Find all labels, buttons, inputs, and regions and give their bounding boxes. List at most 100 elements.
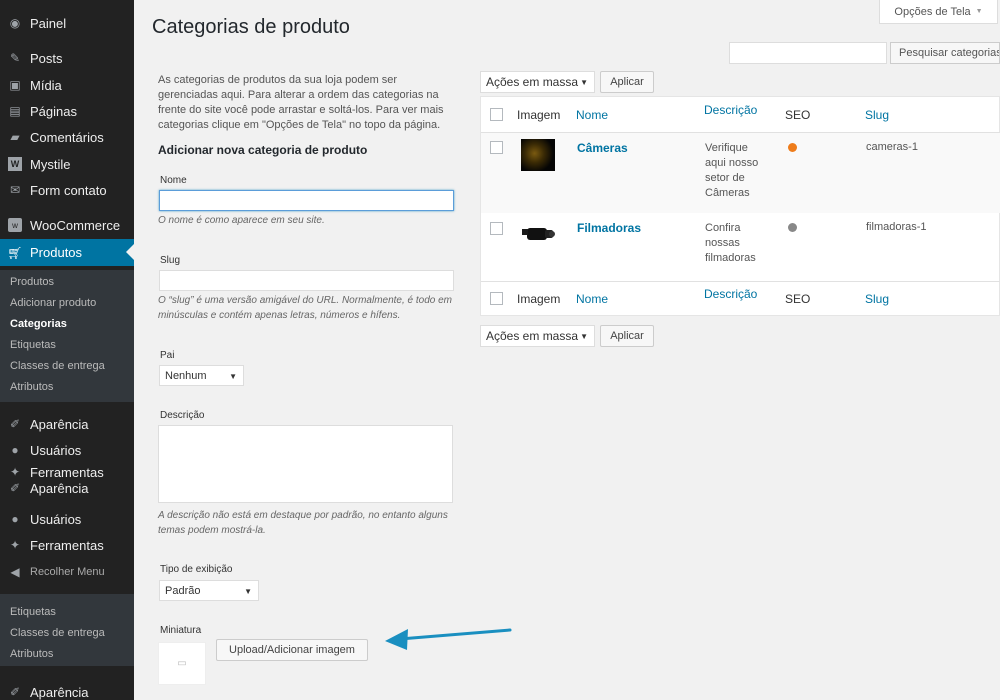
page-title: Categorias de produto <box>152 16 350 38</box>
submenu-adicionar-produto[interactable]: Adicionar produto <box>0 292 134 313</box>
cart-icon: 🛒︎ <box>7 245 23 260</box>
category-description: Verifique aqui nosso setor de Câmeras <box>705 142 759 199</box>
col-slug-sort[interactable]: Slug <box>865 108 889 122</box>
menu-ferramentas-dup[interactable]: ✦ Ferramentas <box>0 532 134 558</box>
menu-label: WooCommerce <box>30 217 121 233</box>
col-name-sort[interactable]: Nome <box>576 108 608 122</box>
seo-status-dot <box>788 223 797 232</box>
seo-status-dot <box>788 143 797 152</box>
theme-w-icon: W <box>8 157 22 171</box>
bulk-actions-top[interactable]: Ações em massa ▼ <box>480 71 595 93</box>
table-header: Imagem Nome Descrição SEO Slug <box>481 97 1000 133</box>
menu-comentarios[interactable]: ▰ Comentários <box>0 124 134 150</box>
menu-label: Painel <box>30 15 67 31</box>
camcorder-category-image[interactable] <box>521 221 557 247</box>
category-name-link[interactable]: Filmadoras <box>577 221 641 235</box>
menu-paginas[interactable]: ▤ Páginas <box>0 98 134 124</box>
menu-aparencia-dup[interactable]: ✐ Aparência <box>0 480 134 496</box>
woo-icon: w <box>8 218 22 232</box>
submenu-atributos-dup[interactable]: Atributos <box>0 643 134 664</box>
select-all-checkbox-footer[interactable] <box>490 292 503 305</box>
submenu-categorias[interactable]: Categorias <box>0 313 134 334</box>
description-label: Descrição <box>160 410 205 421</box>
annotation-arrow-icon <box>385 628 512 650</box>
submenu-etiquetas[interactable]: Etiquetas <box>0 334 134 355</box>
search-button[interactable]: Pesquisar categorias <box>890 42 1000 64</box>
submenu-etiquetas-dup[interactable]: Etiquetas <box>0 601 134 622</box>
submenu-classes-entrega[interactable]: Classes de entrega <box>0 355 134 376</box>
submenu-atributos[interactable]: Atributos <box>0 376 134 397</box>
category-slug: cameras-1 <box>866 141 918 153</box>
menu-label: Ferramentas <box>30 537 104 553</box>
menu-form-contato[interactable]: ✉ Form contato <box>0 177 134 203</box>
name-field[interactable] <box>159 190 454 211</box>
col-image: Imagem <box>517 108 561 122</box>
pages-icon: ▤ <box>9 104 21 118</box>
menu-midia[interactable]: ▣ Mídia <box>0 72 134 98</box>
brush-icon: ✐ <box>9 685 21 699</box>
table-row: Câmeras Verifique aqui nosso setor de Câ… <box>481 133 1000 213</box>
wrench-icon: ✦ <box>9 465 21 479</box>
name-help: O nome é como aparece em seu site. <box>158 215 325 226</box>
submenu-produtos[interactable]: Produtos <box>0 271 134 292</box>
select-all-checkbox[interactable] <box>490 108 503 121</box>
menu-label: Mídia <box>30 77 62 93</box>
menu-painel[interactable]: ◉ Painel <box>0 10 134 36</box>
menu-ferramentas[interactable]: ✦ Ferramentas <box>0 464 134 480</box>
menu-label: Aparência <box>30 480 89 496</box>
table-footer: Imagem Nome Descrição SEO Slug <box>481 281 1000 317</box>
apply-button-bottom[interactable]: Aplicar <box>600 325 654 347</box>
intro-text: As categorias de produtos da sua loja po… <box>158 74 444 131</box>
menu-usuarios-dup[interactable]: ● Usuários <box>0 506 134 532</box>
menu-label: Recolher Menu <box>30 566 105 578</box>
collapse-menu-button[interactable]: ◀ Recolher Menu <box>0 559 134 585</box>
col-description-sort[interactable]: Descrição <box>704 103 757 117</box>
menu-posts[interactable]: ✎ Posts <box>0 45 134 71</box>
search-input[interactable] <box>729 42 887 64</box>
category-name-link[interactable]: Câmeras <box>577 141 628 155</box>
menu-label: Usuários <box>30 442 82 458</box>
screen-options-button[interactable]: Opções de Tela ▼ <box>879 0 998 24</box>
menu-label: Ferramentas <box>30 464 104 480</box>
apply-button-top[interactable]: Aplicar <box>600 71 654 93</box>
menu-mystile[interactable]: W Mystile <box>0 151 134 177</box>
menu-woocommerce[interactable]: w WooCommerce <box>0 212 134 238</box>
col-slug-sort-footer[interactable]: Slug <box>865 292 889 306</box>
display-type-select[interactable]: Padrão ▼ <box>159 580 259 601</box>
collapse-icon: ◀ <box>10 565 20 579</box>
display-type-label: Tipo de exibição <box>160 564 233 575</box>
col-description-sort-footer[interactable]: Descrição <box>704 287 757 301</box>
produtos-submenu: Produtos Adicionar produto Categorias Et… <box>0 270 134 402</box>
submenu-classes-entrega-dup[interactable]: Classes de entrega <box>0 622 134 643</box>
categories-table: Imagem Nome Descrição SEO Slug Câmeras V… <box>480 96 1000 316</box>
menu-label: Produtos <box>30 245 83 260</box>
caret-down-icon: ▼ <box>580 332 588 341</box>
thumbnail-label: Miniatura <box>160 625 202 636</box>
col-name-sort-footer[interactable]: Nome <box>576 292 608 306</box>
slug-field[interactable] <box>159 270 454 291</box>
col-seo: SEO <box>785 108 811 122</box>
parent-select[interactable]: Nenhum ▼ <box>159 365 244 386</box>
camera-category-image[interactable] <box>521 139 555 171</box>
duplicated-submenu: Etiquetas Classes de entrega Atributos <box>0 594 134 666</box>
parent-label: Pai <box>160 350 175 361</box>
description-textarea[interactable] <box>158 425 453 503</box>
table-row: Filmadoras Confira nossas filmadoras fil… <box>481 213 1000 281</box>
menu-aparencia-bottom[interactable]: ✐ Aparência <box>0 679 134 700</box>
chevron-down-icon: ▼ <box>975 8 983 15</box>
bulk-actions-bottom[interactable]: Ações em massa ▼ <box>480 325 595 347</box>
bulk-actions-value: Ações em massa <box>486 75 579 89</box>
menu-aparencia[interactable]: ✐ Aparência <box>0 411 134 437</box>
upload-image-button[interactable]: Upload/Adicionar imagem <box>216 639 368 661</box>
admin-sidebar: ◉ Painel ✎ Posts ▣ Mídia ▤ Páginas ▰ Com… <box>0 0 134 700</box>
image-placeholder-icon: ▭ <box>177 658 187 669</box>
menu-produtos[interactable]: 🛒︎ Produtos <box>0 239 134 266</box>
description-help: A descrição não está em destaque por pad… <box>158 510 448 536</box>
row-checkbox[interactable] <box>490 222 503 235</box>
menu-label: Usuários <box>30 511 82 527</box>
row-checkbox[interactable] <box>490 141 503 154</box>
menu-usuarios[interactable]: ● Usuários <box>0 437 134 463</box>
brush-icon: ✐ <box>9 417 21 431</box>
menu-label: Aparência <box>30 684 89 700</box>
menu-label: Aparência <box>30 416 89 432</box>
